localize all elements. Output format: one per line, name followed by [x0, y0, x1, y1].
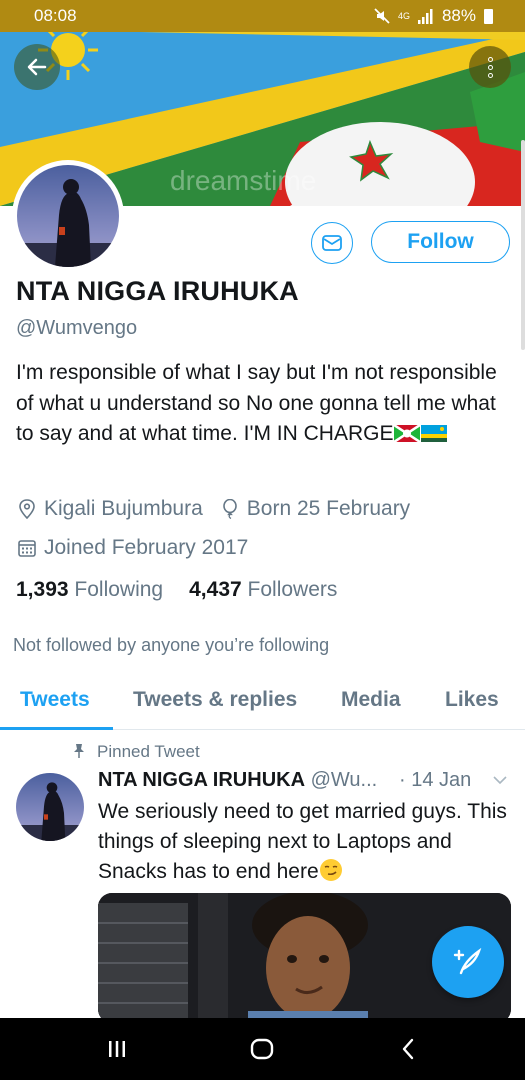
nav-back-icon: [402, 1038, 414, 1060]
scrollbar[interactable]: [521, 140, 525, 350]
profile-name: NTA NIGGA IRUHUKA: [16, 276, 299, 306]
tweet-date: · 14 Jan: [399, 769, 472, 791]
smirk-emoji-icon: [319, 859, 342, 881]
profile-tabs: Tweets Tweets & replies Media Likes: [0, 672, 525, 730]
tweet-body: We seriously need to get married guys. T…: [98, 800, 507, 883]
follow-button[interactable]: Follow: [371, 221, 510, 263]
chevron-down-icon[interactable]: [492, 772, 508, 788]
rwanda-flag-icon: [421, 425, 448, 442]
message-button[interactable]: [311, 222, 353, 264]
network-type-icon: 4G: [397, 10, 410, 21]
profile-meta-row-2: Joined February 2017: [16, 536, 248, 560]
nav-back-button[interactable]: [395, 1037, 421, 1061]
tweet-author-avatar[interactable]: [16, 773, 84, 841]
tab-tweets-replies[interactable]: Tweets & replies: [133, 688, 297, 712]
following-count: 1,393: [16, 578, 69, 601]
tweet-header: NTA NIGGA IRUHUKA @Wu...: [98, 769, 377, 792]
profile-avatar[interactable]: [12, 160, 124, 272]
profile-location: Kigali Bujumbura: [44, 497, 203, 520]
profile-handle: @Wumvengo: [16, 317, 138, 339]
followers-link[interactable]: 4,437 Followers: [189, 578, 337, 602]
following-link[interactable]: 1,393 Following: [16, 578, 163, 602]
battery-percent: 88%: [441, 6, 476, 25]
signal-icon: [417, 8, 433, 24]
tab-media[interactable]: Media: [341, 688, 401, 712]
profile-joined: Joined February 2017: [44, 536, 249, 559]
home-button[interactable]: [249, 1037, 275, 1061]
not-followed-note: Not followed by anyone you’re following: [13, 635, 330, 655]
followers-label: Followers: [247, 578, 338, 601]
status-bar: 08:08 4G 88%: [0, 0, 525, 32]
followers-count: 4,437: [189, 578, 242, 601]
following-label: Following: [74, 578, 164, 601]
home-icon: [250, 1038, 274, 1060]
calendar-icon: [16, 537, 38, 559]
tweet-author-handle[interactable]: @Wu...: [311, 769, 378, 791]
pinned-label: Pinned Tweet: [72, 742, 200, 762]
status-time: 08:08: [34, 6, 77, 25]
tweet-text: We seriously need to get married guys. T…: [98, 797, 508, 887]
more-options-button[interactable]: [469, 46, 511, 88]
profile-meta-row-1: Kigali Bujumbura Born 25 February: [16, 497, 410, 521]
arrow-left-icon: [27, 58, 47, 76]
battery-icon: [484, 8, 493, 24]
burundi-flag-icon: [394, 425, 421, 442]
more-vertical-icon: [487, 56, 493, 62]
system-nav-bar: [0, 1018, 525, 1080]
envelope-icon: [322, 235, 342, 251]
status-icons: 4G 88%: [374, 6, 493, 26]
mute-icon: [374, 8, 390, 24]
tab-likes[interactable]: Likes: [445, 688, 499, 712]
compose-tweet-button[interactable]: [432, 926, 504, 998]
compose-feather-icon: [453, 947, 482, 975]
back-button[interactable]: [14, 44, 60, 90]
pin-icon: [72, 743, 86, 761]
tweet-author-name[interactable]: NTA NIGGA IRUHUKA: [98, 769, 305, 791]
banner-watermark: dreamstime: [170, 165, 316, 196]
profile-birthday: Born 25 February: [246, 497, 411, 520]
location-pin-icon: [16, 498, 38, 520]
balloon-icon: [219, 498, 241, 520]
pinned-text: Pinned Tweet: [97, 742, 200, 761]
active-tab-indicator: [0, 727, 113, 730]
profile-bio: I'm responsible of what I say but I'm no…: [16, 358, 511, 450]
recents-button[interactable]: [104, 1037, 130, 1061]
tab-tweets[interactable]: Tweets: [20, 688, 90, 712]
recents-icon: [109, 1041, 125, 1057]
follow-counts: 1,393 Following 4,437 Followers: [16, 578, 337, 602]
